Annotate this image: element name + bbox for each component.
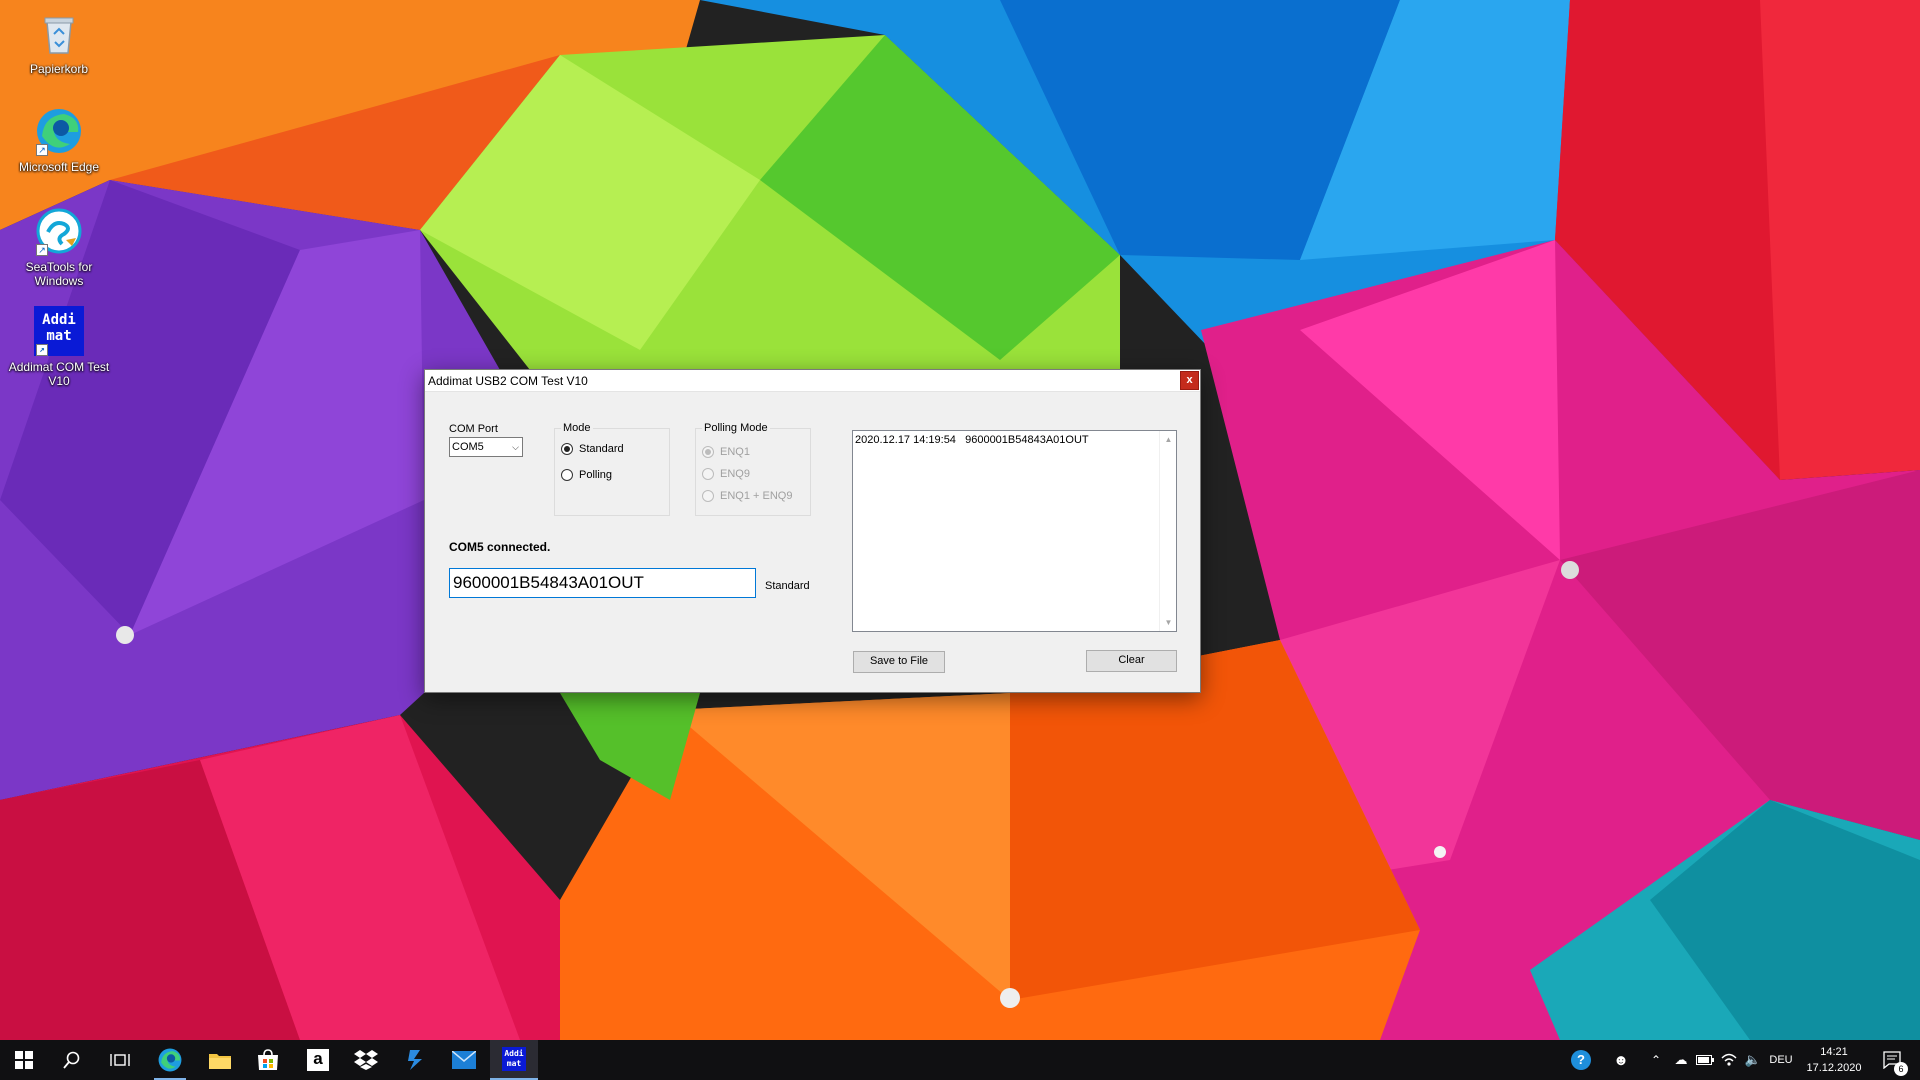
input-mode-label: Standard xyxy=(765,580,810,592)
onedrive-tray-icon[interactable]: ☁ xyxy=(1670,1040,1692,1080)
language-indicator[interactable]: DEU xyxy=(1766,1040,1796,1080)
shortcut-arrow-icon: ↗ xyxy=(36,144,48,156)
cloud-icon: ☁ xyxy=(1674,1052,1688,1067)
command-input[interactable]: 9600001B54843A01OUT xyxy=(449,568,756,598)
volume-tray-icon[interactable]: 🔈 xyxy=(1742,1040,1764,1080)
desktop-icon-recycle-bin[interactable]: Papierkorb xyxy=(0,8,118,76)
clock-date: 17.12.2020 xyxy=(1806,1062,1862,1074)
speaker-icon: 🔈 xyxy=(1744,1052,1762,1067)
task-view-button[interactable] xyxy=(96,1040,144,1080)
wifi-tray-icon[interactable] xyxy=(1718,1040,1740,1080)
recycle-bin-icon xyxy=(34,8,84,58)
desktop-icon-label: Microsoft Edge xyxy=(18,160,100,174)
show-hidden-icons-button[interactable]: ⌃ xyxy=(1646,1040,1666,1080)
com-port-label: COM Port xyxy=(449,423,498,435)
radio-label: ENQ1 + ENQ9 xyxy=(720,490,793,502)
radio-dot xyxy=(702,468,714,480)
radio-dot xyxy=(561,443,573,455)
log-scrollbar[interactable]: ▲ ▼ xyxy=(1159,431,1176,631)
connection-status: COM5 connected. xyxy=(449,540,551,554)
dialog-title: Addimat USB2 COM Test V10 xyxy=(428,374,588,388)
mode-polling-radio[interactable]: Polling xyxy=(561,469,612,481)
addimat-icon: Addi mat xyxy=(502,1047,526,1071)
amazon-icon: a xyxy=(307,1049,329,1071)
start-button[interactable] xyxy=(0,1040,48,1080)
save-to-file-button[interactable]: Save to File xyxy=(853,651,945,673)
taskbar-addimat[interactable]: Addi mat xyxy=(490,1040,538,1080)
desktop-icon-seatools[interactable]: ↗ SeaTools for Windows xyxy=(0,206,118,288)
people-icon: ☻ xyxy=(1613,1051,1629,1069)
notification-count-badge: 6 xyxy=(1894,1062,1908,1076)
taskbar-power-automate[interactable] xyxy=(392,1040,440,1080)
search-button[interactable] xyxy=(48,1040,96,1080)
taskbar-store[interactable] xyxy=(244,1040,292,1080)
mail-icon xyxy=(452,1051,476,1069)
desktop-icon-label: Addimat COM Test V10 xyxy=(8,360,110,388)
language-label: DEU xyxy=(1769,1054,1793,1066)
store-icon xyxy=(258,1049,278,1070)
scroll-up-icon[interactable]: ▲ xyxy=(1160,431,1177,448)
radio-label: Polling xyxy=(579,469,613,481)
wifi-icon xyxy=(1721,1053,1737,1066)
log-textbox[interactable]: 2020.12.17 14:19:54 9600001B54843A01OUT … xyxy=(852,430,1177,632)
shortcut-arrow-icon: ↗ xyxy=(36,344,48,356)
shortcut-arrow-icon: ↗ xyxy=(36,244,48,256)
edge-icon: ↗ xyxy=(34,106,84,156)
chevron-up-icon: ⌃ xyxy=(1650,1053,1662,1067)
folder-icon xyxy=(209,1054,231,1069)
clock-time: 14:21 xyxy=(1820,1046,1848,1058)
taskbar-amazon[interactable]: a xyxy=(294,1040,342,1080)
action-center-button[interactable]: 6 xyxy=(1872,1040,1912,1080)
desktop-icon-addimat[interactable]: Addi mat ↗ Addimat COM Test V10 xyxy=(0,306,118,388)
radio-label: ENQ1 xyxy=(720,446,750,458)
dropbox-icon xyxy=(354,1050,378,1070)
close-button[interactable]: x xyxy=(1180,371,1199,390)
people-tray-icon[interactable]: ☻ xyxy=(1608,1040,1634,1080)
radio-dot xyxy=(702,446,714,458)
com-port-select[interactable]: COM5 ⌵ xyxy=(449,437,523,457)
taskbar-edge[interactable] xyxy=(146,1040,194,1080)
taskbar-file-explorer[interactable] xyxy=(196,1040,244,1080)
dialog-titlebar[interactable]: Addimat USB2 COM Test V10 x xyxy=(425,370,1200,392)
radio-dot xyxy=(561,469,573,481)
polling-enq1-enq9-radio[interactable]: ENQ1 + ENQ9 xyxy=(702,490,792,502)
addimat-icon: Addi mat ↗ xyxy=(34,306,84,356)
help-tray-icon[interactable]: ? xyxy=(1566,1040,1596,1080)
radio-dot xyxy=(702,490,714,502)
radio-label: ENQ9 xyxy=(720,468,750,480)
radio-label: Standard xyxy=(579,443,624,455)
taskbar-dropbox[interactable] xyxy=(342,1040,390,1080)
log-entry: 2020.12.17 14:19:54 9600001B54843A01OUT xyxy=(855,434,1089,446)
mode-standard-radio[interactable]: Standard xyxy=(561,443,624,455)
desktop-icon-edge[interactable]: ↗ Microsoft Edge xyxy=(0,106,118,174)
taskbar-mail[interactable] xyxy=(440,1040,488,1080)
edge-icon xyxy=(158,1048,182,1072)
com-port-value: COM5 xyxy=(452,441,484,453)
battery-tray-icon[interactable] xyxy=(1694,1040,1716,1080)
taskbar: a Addi mat ? ☻ ⌃ ☁ 🔈 DEU 14:21 17.12.202… xyxy=(0,1040,1920,1080)
addimat-dialog: Addimat USB2 COM Test V10 x COM Port COM… xyxy=(424,369,1201,693)
help-icon: ? xyxy=(1571,1050,1591,1070)
desktop-icon-label: SeaTools for Windows xyxy=(25,260,93,288)
windows-icon xyxy=(15,1051,33,1069)
polling-mode-label: Polling Mode xyxy=(702,422,770,434)
battery-icon xyxy=(1696,1055,1714,1065)
clear-button[interactable]: Clear xyxy=(1086,650,1177,672)
task-view-icon xyxy=(110,1054,130,1066)
power-automate-icon xyxy=(408,1050,422,1070)
desktop-icon-label: Papierkorb xyxy=(29,62,89,76)
chevron-down-icon: ⌵ xyxy=(512,442,519,452)
seatools-icon: ↗ xyxy=(34,206,84,256)
polling-enq1-radio[interactable]: ENQ1 xyxy=(702,446,750,458)
search-icon xyxy=(63,1051,80,1069)
scroll-down-icon[interactable]: ▼ xyxy=(1160,614,1177,631)
taskbar-clock[interactable]: 14:21 17.12.2020 xyxy=(1800,1044,1868,1076)
polling-enq9-radio[interactable]: ENQ9 xyxy=(702,468,750,480)
mode-label: Mode xyxy=(561,422,593,434)
